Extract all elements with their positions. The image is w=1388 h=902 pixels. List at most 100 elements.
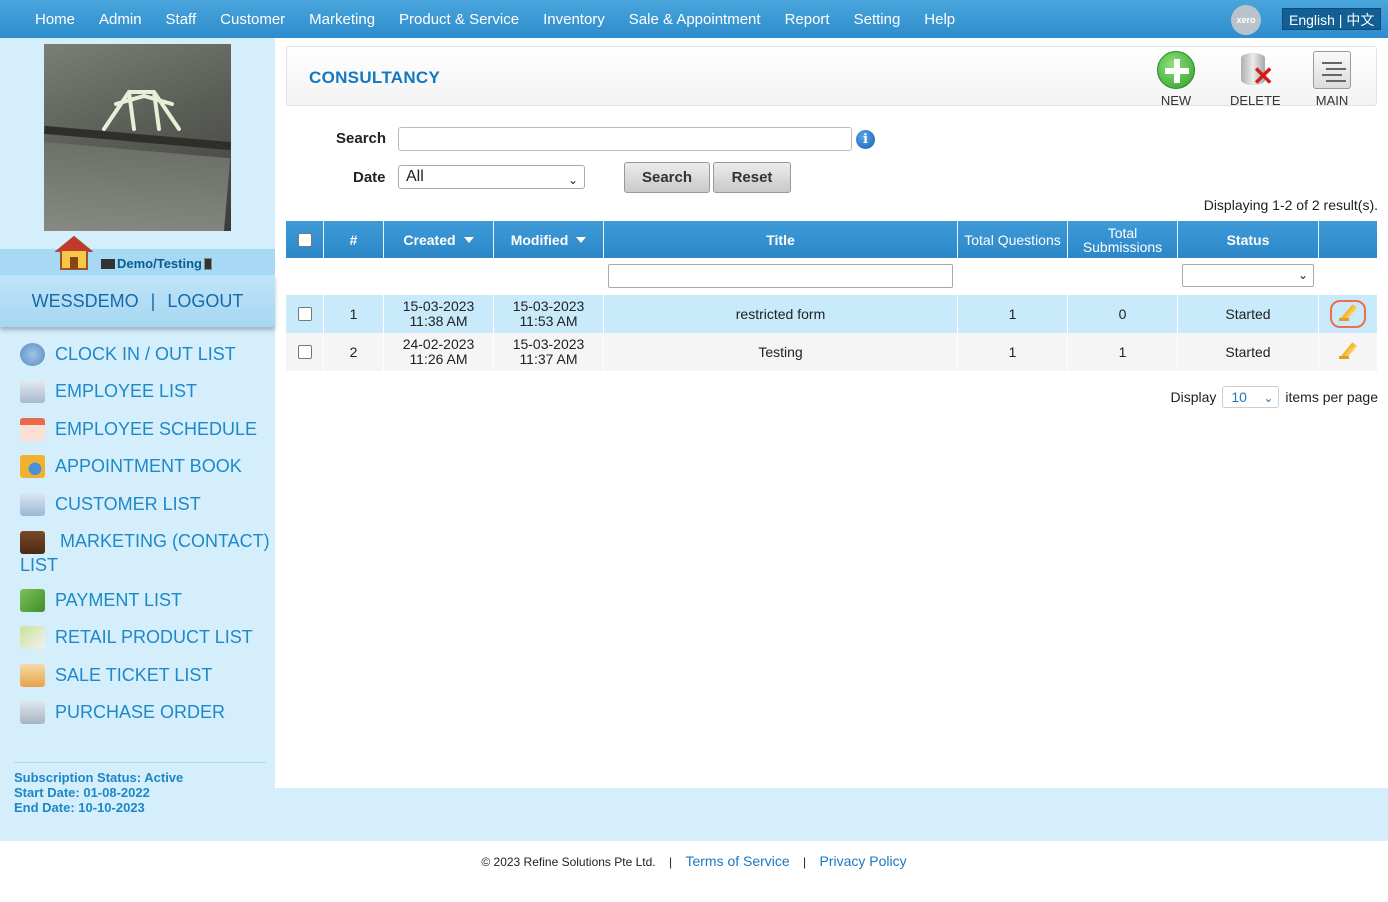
row-checkbox[interactable]	[297, 345, 312, 359]
row-status: Started	[1178, 333, 1319, 371]
search-button[interactable]: Search	[624, 162, 710, 193]
nav-product-service[interactable]: Product & Service	[399, 11, 519, 28]
logout-link[interactable]: LOGOUT	[167, 291, 243, 312]
col-actions	[1319, 221, 1377, 258]
customer-card-icon	[20, 493, 45, 516]
username-link[interactable]: WESSDEMO	[32, 291, 139, 312]
row-select-cell	[286, 333, 324, 371]
per-page-select[interactable]: 10 ⌄	[1222, 386, 1280, 408]
privacy-link[interactable]: Privacy Policy	[820, 853, 907, 869]
col-modified-label: Modified	[510, 231, 569, 248]
row-total-questions: 1	[958, 333, 1068, 371]
sidebar-item-label: CLOCK IN / OUT LIST	[55, 344, 236, 364]
col-status: Status	[1178, 221, 1319, 258]
col-total-questions: Total Questions	[958, 221, 1068, 258]
row-total-submissions: 0	[1068, 295, 1178, 333]
copyright: © 2023 Refine Solutions Pte Ltd.	[481, 855, 656, 869]
purchase-order-icon	[20, 701, 45, 724]
title-filter-input[interactable]	[608, 264, 953, 288]
search-input[interactable]	[398, 127, 852, 151]
date-select[interactable]: All ⌄	[398, 165, 585, 189]
chevron-down-icon: ⌄	[1263, 391, 1274, 405]
sidebar-item-retail-product-list[interactable]: RETAIL PRODUCT LIST	[0, 626, 275, 664]
created-date: 15-03-2023	[402, 298, 475, 314]
subscription-start: Start Date: 01-08-2022	[14, 785, 150, 800]
sidebar-item-sale-ticket-list[interactable]: SALE TICKET LIST	[0, 664, 275, 701]
info-icon[interactable]: i	[856, 130, 875, 149]
sidebar-item-appointment-book[interactable]: APPOINTMENT BOOK	[0, 455, 275, 493]
branch-label-text: Demo/Testing	[117, 256, 202, 271]
select-all-checkbox[interactable]	[297, 232, 312, 247]
created-date: 24-02-2023	[402, 336, 475, 352]
row-total-questions: 1	[958, 295, 1068, 333]
reset-button[interactable]: Reset	[713, 162, 791, 193]
sort-caret-icon	[576, 236, 587, 243]
footer: © 2023 Refine Solutions Pte Ltd. | Terms…	[0, 853, 1388, 869]
per-page-value: 10	[1231, 389, 1247, 405]
created-time: 11:38 AM	[409, 313, 468, 329]
sidebar-item-label: APPOINTMENT BOOK	[55, 456, 242, 476]
table-row: 2 24-02-2023 11:26 AM 15-03-2023 11:37 AM …	[286, 333, 1377, 371]
delete-database-icon	[1236, 51, 1274, 89]
sidebar-item-customer-list[interactable]: CUSTOMER LIST	[0, 493, 275, 530]
content-bottom-band	[275, 788, 1388, 841]
page-header: CONSULTANCY NEW DELETE MAIN	[286, 46, 1377, 108]
subscription-status: Subscription Status: Active	[14, 770, 184, 785]
row-select-cell	[286, 295, 324, 333]
nav-report[interactable]: Report	[785, 11, 830, 28]
table-row: 1 15-03-2023 11:38 AM 15-03-2023 11:53 AM …	[286, 295, 1377, 333]
nav-help[interactable]: Help	[924, 11, 955, 28]
language-switch[interactable]: English | 中文	[1282, 8, 1382, 30]
filter-row: ⌄	[286, 258, 1377, 295]
nav-customer[interactable]: Customer	[220, 11, 285, 28]
modified-date: 15-03-2023	[512, 336, 585, 352]
col-total-submissions: Total Submissions	[1068, 221, 1178, 258]
page-title: CONSULTANCY	[309, 68, 441, 87]
row-modified: 15-03-2023 11:53 AM	[494, 295, 604, 333]
results-summary: Displaying 1-2 of 2 result(s).	[1203, 197, 1378, 213]
payment-icon	[20, 589, 45, 612]
main-label: MAIN	[1315, 93, 1349, 108]
col-modified[interactable]: Modified	[494, 221, 604, 258]
nav-inventory[interactable]: Inventory	[543, 11, 605, 28]
calendar-icon	[20, 418, 45, 441]
nav-home[interactable]: Home	[35, 11, 75, 28]
sidebar-item-marketing-contact-list[interactable]: MARKETING (CONTACT) LIST	[0, 530, 275, 589]
sidebar-item-purchase-order[interactable]: PURCHASE ORDER	[0, 701, 275, 739]
row-num: 1	[324, 295, 384, 333]
col-created[interactable]: Created	[384, 221, 494, 258]
nav-sale-appointment[interactable]: Sale & Appointment	[629, 11, 761, 28]
delete-button[interactable]: DELETE	[1230, 51, 1281, 108]
nav-setting[interactable]: Setting	[854, 11, 901, 28]
new-button[interactable]: NEW	[1157, 51, 1195, 108]
branch-label[interactable]: Demo/Testing	[101, 256, 212, 271]
add-icon	[1157, 51, 1195, 89]
row-title: Testing	[604, 333, 958, 371]
main-button[interactable]: MAIN	[1313, 51, 1351, 108]
sidebar-item-label-wrap: MARKETING (CONTACT) LIST	[20, 530, 275, 577]
sidebar-item-label: PURCHASE ORDER	[55, 702, 226, 722]
chevron-down-icon: ⌄	[1297, 268, 1308, 282]
subscription-info: Subscription Status: Active Start Date: …	[14, 762, 266, 815]
sidebar-item-payment-list[interactable]: PAYMENT LIST	[0, 589, 275, 626]
sidebar-item-clock-in-out[interactable]: CLOCK IN / OUT LIST	[0, 343, 275, 380]
modified-time: 11:37 AM	[519, 351, 578, 367]
edit-button[interactable]	[1330, 300, 1366, 328]
contact-book-icon	[20, 530, 45, 554]
side-menu: CLOCK IN / OUT LIST EMPLOYEE LIST EMPLOY…	[0, 343, 275, 739]
appointment-icon	[20, 455, 45, 478]
nav-staff[interactable]: Staff	[166, 11, 197, 28]
list-icon	[1313, 51, 1351, 89]
nav-marketing[interactable]: Marketing	[309, 11, 375, 28]
nav-admin[interactable]: Admin	[99, 11, 142, 28]
sidebar-item-employee-schedule[interactable]: EMPLOYEE SCHEDULE	[0, 418, 275, 455]
pencil-icon[interactable]	[1337, 341, 1359, 363]
sidebar-item-employee-list[interactable]: EMPLOYEE LIST	[0, 380, 275, 418]
modified-time: 11:53 AM	[519, 313, 578, 329]
status-filter-select[interactable]: ⌄	[1182, 264, 1314, 287]
xero-icon[interactable]: xero	[1231, 5, 1261, 35]
row-num: 2	[324, 333, 384, 371]
user-separator: |	[150, 290, 156, 311]
terms-link[interactable]: Terms of Service	[685, 853, 789, 869]
row-checkbox[interactable]	[297, 307, 312, 321]
